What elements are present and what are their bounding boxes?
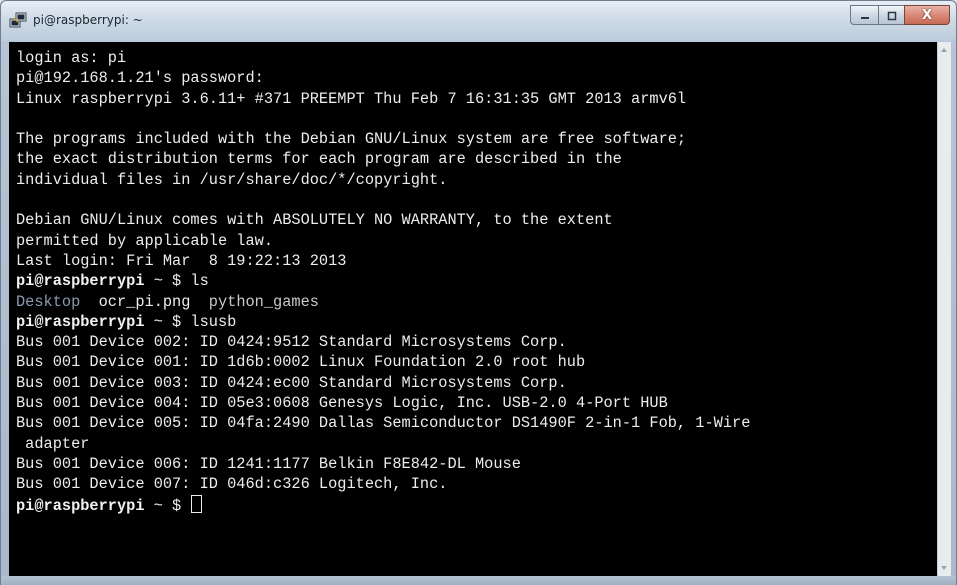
- terminal-line: The programs included with the Debian GN…: [16, 129, 933, 149]
- terminal-line: pi@raspberrypi ~ $ ls: [16, 271, 933, 291]
- terminal-line: Bus 001 Device 006: ID 1241:1177 Belkin …: [16, 454, 933, 474]
- terminal-window: pi@raspberrypi: ~ X login as: pi pi@192.1…: [0, 0, 957, 585]
- output-text: Debian GNU/Linux comes with ABSOLUTELY N…: [16, 211, 613, 230]
- output-text: adapter: [16, 434, 90, 453]
- putty-icon[interactable]: [9, 12, 27, 30]
- close-icon: X: [921, 7, 933, 23]
- terminal-line: Bus 001 Device 007: ID 046d:c326 Logitec…: [16, 474, 933, 494]
- prompt-path: ~ $: [144, 496, 191, 515]
- terminal-line: Bus 001 Device 003: ID 0424:ec00 Standar…: [16, 373, 933, 393]
- prompt-path: ~ $: [144, 272, 191, 291]
- output-text: The programs included with the Debian GN…: [16, 130, 687, 149]
- output-text: Bus 001 Device 002: ID 0424:9512 Standar…: [16, 333, 567, 352]
- close-button[interactable]: X: [904, 5, 950, 25]
- terminal-line: pi@raspberrypi ~ $ lsusb: [16, 312, 933, 332]
- output-text: Bus 001 Device 005: ID 04fa:2490 Dallas …: [16, 414, 751, 433]
- output-text: login as: pi: [16, 49, 127, 67]
- vertical-scrollbar[interactable]: [937, 42, 951, 576]
- output-text: the exact distribution terms for each pr…: [16, 150, 622, 169]
- terminal-line: pi@raspberrypi ~ $: [16, 494, 933, 515]
- terminal-line: Bus 001 Device 005: ID 04fa:2490 Dallas …: [16, 413, 933, 433]
- output-text: Bus 001 Device 004: ID 05e3:0608 Genesys…: [16, 394, 668, 413]
- ls-gap: [190, 293, 208, 311]
- ls-gap: [80, 293, 98, 311]
- terminal-line: Bus 001 Device 002: ID 0424:9512 Standar…: [16, 332, 933, 352]
- output-text: Bus 001 Device 006: ID 1241:1177 Belkin …: [16, 454, 521, 473]
- window-controls: X: [850, 5, 950, 27]
- output-text: Last login: Fri Mar 8 19:22:13 2013: [16, 251, 347, 270]
- shell-command: lsusb: [190, 312, 237, 331]
- output-text: individual files in /usr/share/doc/*/cop…: [16, 170, 448, 189]
- output-text: Bus 001 Device 007: ID 046d:c326 Logitec…: [16, 475, 448, 494]
- scroll-up-icon[interactable]: [941, 48, 947, 52]
- output-text: pi@192.168.1.21's password:: [16, 69, 264, 88]
- ls-entry: ocr_pi.png: [98, 292, 191, 311]
- ls-entry: Desktop: [16, 292, 81, 311]
- output-text: Linux raspberrypi 3.6.11+ #371 PREEMPT T…: [16, 89, 687, 108]
- prompt-path: ~ $: [144, 312, 191, 331]
- terminal-screen[interactable]: login as: pi pi@192.168.1.21's password: L…: [9, 42, 937, 576]
- minimize-button[interactable]: [850, 5, 878, 25]
- terminal-output: login as: pi pi@192.168.1.21's password: L…: [16, 48, 933, 515]
- window-title: pi@raspberrypi: ~: [33, 13, 143, 27]
- output-text: Bus 001 Device 003: ID 0424:ec00 Standar…: [16, 373, 567, 392]
- terminal-line: permitted by applicable law.: [16, 231, 933, 251]
- minimize-icon: [859, 6, 871, 25]
- terminal-line: Linux raspberrypi 3.6.11+ #371 PREEMPT T…: [16, 89, 933, 109]
- shell-command: ls: [190, 272, 209, 291]
- ls-entry: python_games: [208, 292, 319, 311]
- scroll-down-icon[interactable]: [941, 566, 947, 570]
- title-bar[interactable]: pi@raspberrypi: ~ X: [1, 1, 956, 41]
- window-frame-bottom: [1, 576, 956, 585]
- maximize-icon: [886, 6, 898, 25]
- terminal-line: login as: pi: [16, 48, 933, 68]
- terminal-line: Debian GNU/Linux comes with ABSOLUTELY N…: [16, 210, 933, 230]
- maximize-button[interactable]: [878, 5, 904, 25]
- terminal-line: Desktop ocr_pi.png python_games: [16, 292, 933, 312]
- output-text: permitted by applicable law.: [16, 231, 274, 250]
- terminal-line: the exact distribution terms for each pr…: [16, 149, 933, 169]
- output-text: Bus 001 Device 001: ID 1d6b:0002 Linux F…: [16, 353, 586, 372]
- shell-prompt: pi@raspberrypi: [16, 272, 145, 291]
- shell-prompt: pi@raspberrypi: [16, 496, 145, 515]
- terminal-line: Bus 001 Device 004: ID 05e3:0608 Genesys…: [16, 393, 933, 413]
- terminal-line: Last login: Fri Mar 8 19:22:13 2013: [16, 251, 933, 271]
- shell-prompt: pi@raspberrypi: [16, 312, 145, 331]
- terminal-line: individual files in /usr/share/doc/*/cop…: [16, 170, 933, 190]
- terminal-line: Bus 001 Device 001: ID 1d6b:0002 Linux F…: [16, 352, 933, 372]
- terminal-line: pi@192.168.1.21's password:: [16, 68, 933, 88]
- text-cursor[interactable]: [191, 494, 203, 513]
- terminal-line: adapter: [16, 434, 933, 454]
